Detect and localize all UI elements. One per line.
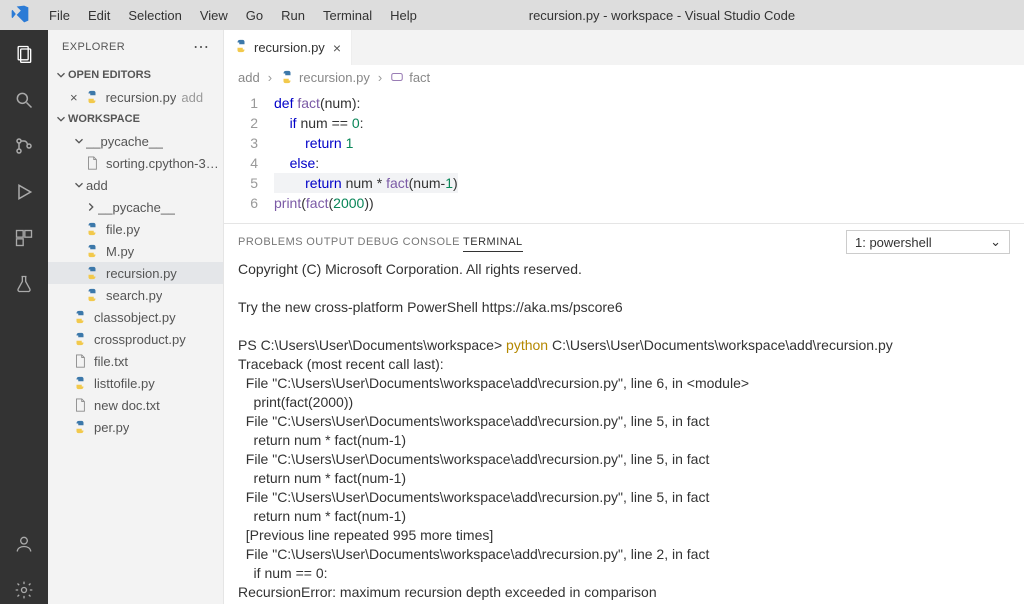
python-file-icon bbox=[84, 89, 100, 105]
menu-edit[interactable]: Edit bbox=[79, 8, 119, 23]
window-title: recursion.py - workspace - Visual Studio… bbox=[426, 8, 1018, 23]
run-debug-icon[interactable] bbox=[10, 178, 38, 206]
file-sorting-cpython-38----[interactable]: sorting.cpython-38.... bbox=[48, 152, 223, 174]
file-listtofile-py[interactable]: listtofile.py bbox=[48, 372, 223, 394]
file-new-doc-txt[interactable]: new doc.txt bbox=[48, 394, 223, 416]
menu-run[interactable]: Run bbox=[272, 8, 314, 23]
close-icon[interactable]: × bbox=[333, 40, 341, 56]
vscode-logo-icon bbox=[6, 4, 40, 27]
menu-selection[interactable]: Selection bbox=[119, 8, 190, 23]
open-editors-section[interactable]: OPEN EDITORS bbox=[48, 64, 223, 86]
source-control-icon[interactable] bbox=[10, 132, 38, 160]
chevron-down-icon bbox=[54, 68, 68, 82]
crumb-symbol[interactable]: fact bbox=[390, 70, 430, 85]
file-per-py[interactable]: per.py bbox=[48, 416, 223, 438]
settings-gear-icon[interactable] bbox=[10, 576, 38, 604]
chevron-down-icon: ⌄ bbox=[990, 234, 1001, 250]
crumb-folder[interactable]: add bbox=[238, 70, 260, 85]
terminal-output[interactable]: Copyright (C) Microsoft Corporation. All… bbox=[224, 260, 1024, 604]
folder-add[interactable]: add bbox=[48, 174, 223, 196]
folder---pycache--[interactable]: __pycache__ bbox=[48, 196, 223, 218]
folder---pycache--[interactable]: __pycache__ bbox=[48, 130, 223, 152]
tab-recursion[interactable]: recursion.py × bbox=[224, 30, 352, 65]
file-recursion-py[interactable]: recursion.py bbox=[48, 262, 223, 284]
explorer-title: EXPLORER bbox=[62, 41, 125, 53]
workspace-section[interactable]: WORKSPACE bbox=[48, 108, 223, 130]
code-content[interactable]: def fact(num): if num == 0: return 1 els… bbox=[274, 93, 458, 213]
code-editor[interactable]: 123456 def fact(num): if num == 0: retur… bbox=[224, 89, 1024, 223]
editor-area: recursion.py × add › recursion.py › fact… bbox=[224, 30, 1024, 604]
sidebar-header: EXPLORER ⋯ bbox=[48, 30, 223, 64]
menu-file[interactable]: File bbox=[40, 8, 79, 23]
line-gutter: 123456 bbox=[224, 93, 274, 213]
editor-tabs: recursion.py × bbox=[224, 30, 1024, 65]
chevron-down-icon bbox=[54, 112, 68, 126]
python-file-icon bbox=[72, 375, 88, 391]
panel-tabs: PROBLEMS OUTPUT DEBUG CONSOLE TERMINAL 1… bbox=[224, 224, 1024, 260]
python-file-icon bbox=[84, 265, 100, 281]
python-file-icon bbox=[84, 243, 100, 259]
panel-tab-problems[interactable]: PROBLEMS bbox=[238, 236, 303, 248]
file-file-txt[interactable]: file.txt bbox=[48, 350, 223, 372]
open-editor-item[interactable]: × recursion.py add bbox=[48, 86, 223, 108]
chevron-right-icon bbox=[84, 200, 98, 214]
chevron-right-icon: › bbox=[378, 70, 382, 85]
python-file-icon bbox=[72, 419, 88, 435]
python-file-icon bbox=[84, 221, 100, 237]
panel-tab-output[interactable]: OUTPUT bbox=[306, 236, 354, 248]
chevron-right-icon: › bbox=[268, 70, 272, 85]
file-m-py[interactable]: M.py bbox=[48, 240, 223, 262]
menubar: FileEditSelectionViewGoRunTerminalHelp r… bbox=[0, 0, 1024, 30]
file-icon bbox=[84, 155, 100, 171]
menu-help[interactable]: Help bbox=[381, 8, 426, 23]
panel-tab-debug-console[interactable]: DEBUG CONSOLE bbox=[358, 236, 460, 248]
file-crossproduct-py[interactable]: crossproduct.py bbox=[48, 328, 223, 350]
panel-tab-terminal[interactable]: TERMINAL bbox=[463, 236, 523, 252]
sidebar: EXPLORER ⋯ OPEN EDITORS × recursion.py a… bbox=[48, 30, 224, 604]
crumb-file[interactable]: recursion.py bbox=[280, 70, 370, 85]
file-icon bbox=[72, 397, 88, 413]
explorer-icon[interactable] bbox=[10, 40, 38, 68]
python-file-icon bbox=[84, 287, 100, 303]
file-search-py[interactable]: search.py bbox=[48, 284, 223, 306]
file-icon bbox=[72, 353, 88, 369]
python-file-icon bbox=[234, 39, 248, 56]
testing-icon[interactable] bbox=[10, 270, 38, 298]
menu-view[interactable]: View bbox=[191, 8, 237, 23]
file-classobject-py[interactable]: classobject.py bbox=[48, 306, 223, 328]
accounts-icon[interactable] bbox=[10, 530, 38, 558]
breadcrumb[interactable]: add › recursion.py › fact bbox=[224, 65, 1024, 89]
chevron-down-icon bbox=[72, 134, 86, 148]
activity-bar bbox=[0, 30, 48, 604]
chevron-down-icon bbox=[72, 178, 86, 192]
extensions-icon[interactable] bbox=[10, 224, 38, 252]
panel: PROBLEMS OUTPUT DEBUG CONSOLE TERMINAL 1… bbox=[224, 223, 1024, 604]
file-file-py[interactable]: file.py bbox=[48, 218, 223, 240]
python-file-icon bbox=[72, 309, 88, 325]
menu-terminal[interactable]: Terminal bbox=[314, 8, 381, 23]
search-icon[interactable] bbox=[10, 86, 38, 114]
terminal-selector[interactable]: 1: powershell ⌄ bbox=[846, 230, 1010, 254]
python-file-icon bbox=[72, 331, 88, 347]
tab-label: recursion.py bbox=[254, 40, 325, 55]
close-icon[interactable]: × bbox=[70, 90, 78, 105]
menu-go[interactable]: Go bbox=[237, 8, 272, 23]
more-actions-icon[interactable]: ⋯ bbox=[193, 37, 209, 57]
